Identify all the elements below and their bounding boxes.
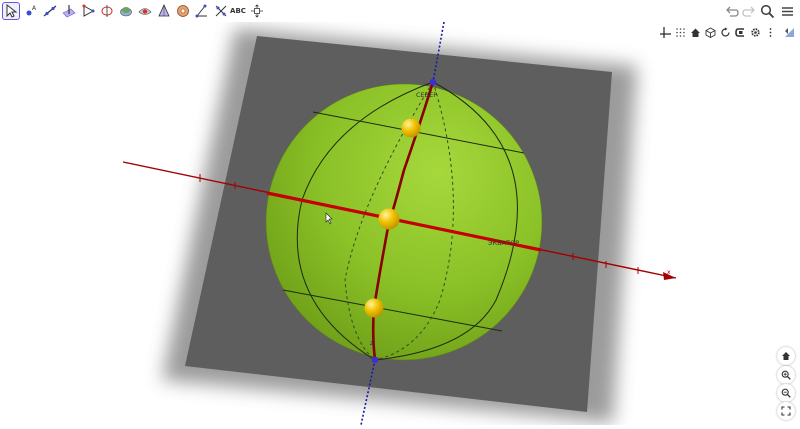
zoom-out-icon[interactable] — [777, 384, 795, 402]
text-tool-label: ABC — [230, 7, 246, 15]
axes-icon[interactable] — [658, 24, 672, 40]
settings-icon[interactable] — [748, 24, 762, 40]
polygon-tool-icon[interactable] — [79, 2, 97, 20]
zoom-in-icon[interactable] — [777, 366, 795, 384]
perpendicular-line-tool-icon[interactable] — [60, 2, 78, 20]
fullscreen-icon[interactable] — [777, 402, 795, 420]
cone-tool-icon[interactable] — [174, 2, 192, 20]
view-style-bar — [656, 24, 800, 42]
grid-icon[interactable] — [673, 24, 687, 40]
equator-label: ЭКВАТОР — [488, 239, 519, 247]
search-icon[interactable] — [758, 2, 776, 20]
redo-icon[interactable] — [740, 2, 758, 20]
rotate-icon[interactable] — [718, 24, 732, 40]
graphics-3d-view[interactable]: СЕВЕР ЭКВАТОР x z — [0, 21, 800, 426]
home-view-icon[interactable] — [688, 24, 702, 40]
sphere-tool-icon[interactable] — [155, 2, 173, 20]
style-bar-icon[interactable] — [782, 24, 796, 40]
north-label: СЕВЕР — [416, 91, 437, 99]
angle-tool-icon[interactable] — [193, 2, 211, 20]
move-tool-icon[interactable] — [2, 2, 20, 20]
circle-tool-icon[interactable] — [98, 2, 116, 20]
text-tool-icon[interactable]: ABC — [228, 2, 248, 20]
z-axis-label: z — [370, 340, 373, 347]
pyramid-tool-icon[interactable] — [136, 2, 154, 20]
home-icon[interactable] — [777, 347, 795, 365]
intersect-surfaces-tool-icon[interactable] — [117, 2, 135, 20]
point-tool-icon[interactable]: A — [22, 2, 40, 20]
cube-icon[interactable] — [703, 24, 717, 40]
projection-icon[interactable] — [733, 24, 747, 40]
x-axis-label: x — [667, 269, 671, 276]
menu-icon[interactable] — [778, 2, 796, 20]
line-tool-icon[interactable] — [41, 2, 59, 20]
rotate-view-tool-icon[interactable] — [248, 2, 266, 20]
more-icon[interactable] — [763, 24, 777, 40]
toolbar: A ABC — [0, 0, 800, 22]
svg-text:A: A — [32, 5, 37, 12]
undo-icon[interactable] — [722, 2, 740, 20]
